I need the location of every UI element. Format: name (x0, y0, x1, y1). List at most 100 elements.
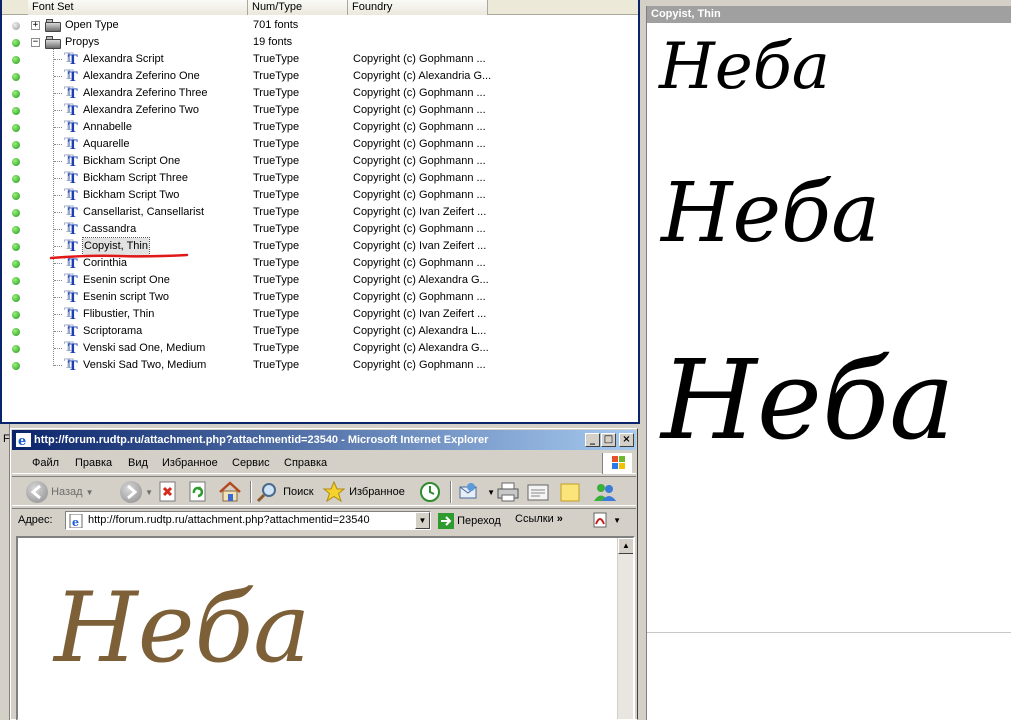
home-button[interactable] (218, 480, 242, 504)
font-type: TrueType (253, 87, 300, 99)
truetype-icon: TT (64, 357, 78, 374)
font-row[interactable]: T T Alexandra Zeferino Two TrueType Copyrigh… (2, 102, 638, 119)
status-dot-icon (12, 192, 20, 200)
search-button[interactable]: Поиск (256, 480, 314, 504)
folder-icon (45, 19, 61, 32)
font-foundry: Copyright (c) Gophmann ... (353, 104, 486, 116)
ie-menubar: Файл Правка Вид Избранное Сервис Справка (12, 452, 636, 474)
ie-title-text: http://forum.rudtp.ru/attachment.php?att… (34, 434, 489, 446)
tree-branch-line (54, 212, 62, 213)
truetype-icon: TT (64, 85, 78, 102)
truetype-icon: TT (64, 272, 78, 289)
font-row[interactable]: T T Bickham Script One TrueType Copyright (c… (2, 153, 638, 170)
back-button[interactable]: Назад ▼ (26, 480, 94, 504)
font-row[interactable]: T T Aquarelle TrueType Copyright (c) Gophman… (2, 136, 638, 153)
refresh-button[interactable] (188, 480, 208, 504)
font-row[interactable]: T T Cansellarist, Cansellarist TrueType Copy… (2, 204, 638, 221)
printer-icon (497, 482, 519, 502)
font-row[interactable]: T T Alexandra Script TrueType Copyright (c) … (2, 51, 638, 68)
font-row[interactable]: T T Alexandra Zeferino One TrueType Copyrigh… (2, 68, 638, 85)
font-type: TrueType (253, 342, 300, 354)
tree-branch-line (54, 59, 62, 60)
vertical-scrollbar[interactable]: ▲ (617, 538, 633, 719)
status-dot-icon (12, 328, 20, 336)
history-button[interactable] (418, 480, 442, 504)
forward-button[interactable]: ▼ (120, 480, 153, 504)
font-row[interactable]: T T Esenin script Two TrueType Copyright (c)… (2, 289, 638, 306)
close-button[interactable]: × (619, 433, 634, 447)
column-header-num-type[interactable]: Num/Type (248, 0, 348, 15)
scroll-up-button[interactable]: ▲ (618, 538, 633, 554)
menu-file[interactable]: Файл (32, 457, 59, 469)
font-row[interactable]: T T Alexandra Zeferino Three TrueType Copyri… (2, 85, 638, 102)
messenger-button[interactable] (592, 480, 618, 504)
edit-button[interactable] (526, 480, 550, 504)
font-row[interactable]: T T Venski Sad Two, Medium TrueType Copyrigh… (2, 357, 638, 374)
font-foundry: Copyright (c) Gophmann ... (353, 121, 486, 133)
preview-title: Copyist, Thin (647, 6, 1011, 23)
ie-titlebar[interactable]: e http://forum.rudtp.ru/attachment.php?a… (12, 430, 636, 450)
font-row[interactable]: T T Scriptorama TrueType Copyright (c) Alexa… (2, 323, 638, 340)
preview-sample-small: Неба (659, 30, 830, 104)
font-preview-pane: Copyist, Thin Неба Неба Неба (640, 0, 1011, 720)
column-header-font-set[interactable]: Font Set (28, 0, 248, 15)
note-icon (560, 483, 580, 502)
font-group-row[interactable]: + Open Type 701 fonts (2, 17, 638, 34)
font-group-row[interactable]: − Propys 19 fonts (2, 34, 638, 51)
font-row[interactable]: T T Bickham Script Three TrueType Copyright … (2, 170, 638, 187)
mail-icon (459, 483, 477, 499)
font-foundry: Copyright (c) Alexandra G... (353, 274, 489, 286)
folder-icon (45, 36, 61, 49)
font-type: TrueType (253, 257, 300, 269)
menu-favorites[interactable]: Избранное (162, 457, 218, 469)
menu-help[interactable]: Справка (284, 457, 327, 469)
status-dot-icon (12, 362, 20, 370)
column-header-foundry[interactable]: Foundry (348, 0, 488, 15)
font-foundry: Copyright (c) Gophmann ... (353, 138, 486, 150)
go-label: Переход (457, 514, 501, 527)
tree-branch-line (54, 93, 62, 94)
font-group-count: 19 fonts (253, 36, 293, 48)
font-row[interactable]: T T Flibustier, Thin TrueType Copyright (c) … (2, 306, 638, 323)
tree-branch-line (54, 144, 62, 145)
links-button[interactable]: Ссылки » (515, 513, 563, 525)
refresh-icon (189, 481, 206, 502)
print-button[interactable] (496, 480, 520, 504)
go-button[interactable]: Переход (438, 513, 501, 529)
menu-tools[interactable]: Сервис (232, 457, 270, 469)
truetype-icon: TT (64, 306, 78, 323)
address-dropdown-button[interactable]: ▼ (415, 512, 430, 529)
font-group-name: Propys (65, 36, 100, 48)
ie-page-content: Неба ▲ (16, 536, 635, 720)
status-dot-icon (12, 311, 20, 319)
collapse-icon[interactable]: − (31, 38, 40, 47)
search-icon (256, 483, 276, 503)
expand-icon[interactable]: + (31, 21, 40, 30)
address-field[interactable]: e http://forum.rudtp.ru/attachment.php?a… (65, 511, 431, 530)
status-dot-icon (12, 22, 20, 30)
maximize-button[interactable]: □ (601, 433, 616, 447)
font-row[interactable]: T T Venski sad One, Medium TrueType Copyrigh… (2, 340, 638, 357)
tree-branch-line (54, 263, 62, 264)
minimize-button[interactable]: _ (585, 433, 600, 447)
font-row[interactable]: T T Esenin script One TrueType Copyright (c)… (2, 272, 638, 289)
attachment-image-sample: Неба (54, 572, 311, 684)
font-row[interactable]: T T Annabelle TrueType Copyright (c) Gophman… (2, 119, 638, 136)
font-row[interactable]: T T Bickham Script Two TrueType Copyright (c… (2, 187, 638, 204)
font-foundry: Copyright (c) Ivan Zeifert ... (353, 206, 487, 218)
favorites-label: Избранное (349, 486, 405, 498)
discuss-button[interactable] (558, 480, 582, 504)
svg-text:e: e (72, 516, 79, 528)
stop-button[interactable] (158, 480, 178, 504)
back-label: Назад (51, 486, 83, 498)
addon-button[interactable]: ▼ (592, 512, 621, 528)
font-foundry: Copyright (c) Gophmann ... (353, 257, 486, 269)
font-row[interactable]: T T Cassandra TrueType Copyright (c) Gophman… (2, 221, 638, 238)
menu-view[interactable]: Вид (128, 457, 148, 469)
favorites-button[interactable]: Избранное (322, 480, 405, 504)
menu-edit[interactable]: Правка (75, 457, 112, 469)
font-name: Alexandra Zeferino One (83, 70, 200, 82)
mail-button[interactable]: ▼ (458, 480, 495, 504)
preview-divider (647, 632, 1011, 633)
font-group-name: Open Type (65, 19, 119, 31)
